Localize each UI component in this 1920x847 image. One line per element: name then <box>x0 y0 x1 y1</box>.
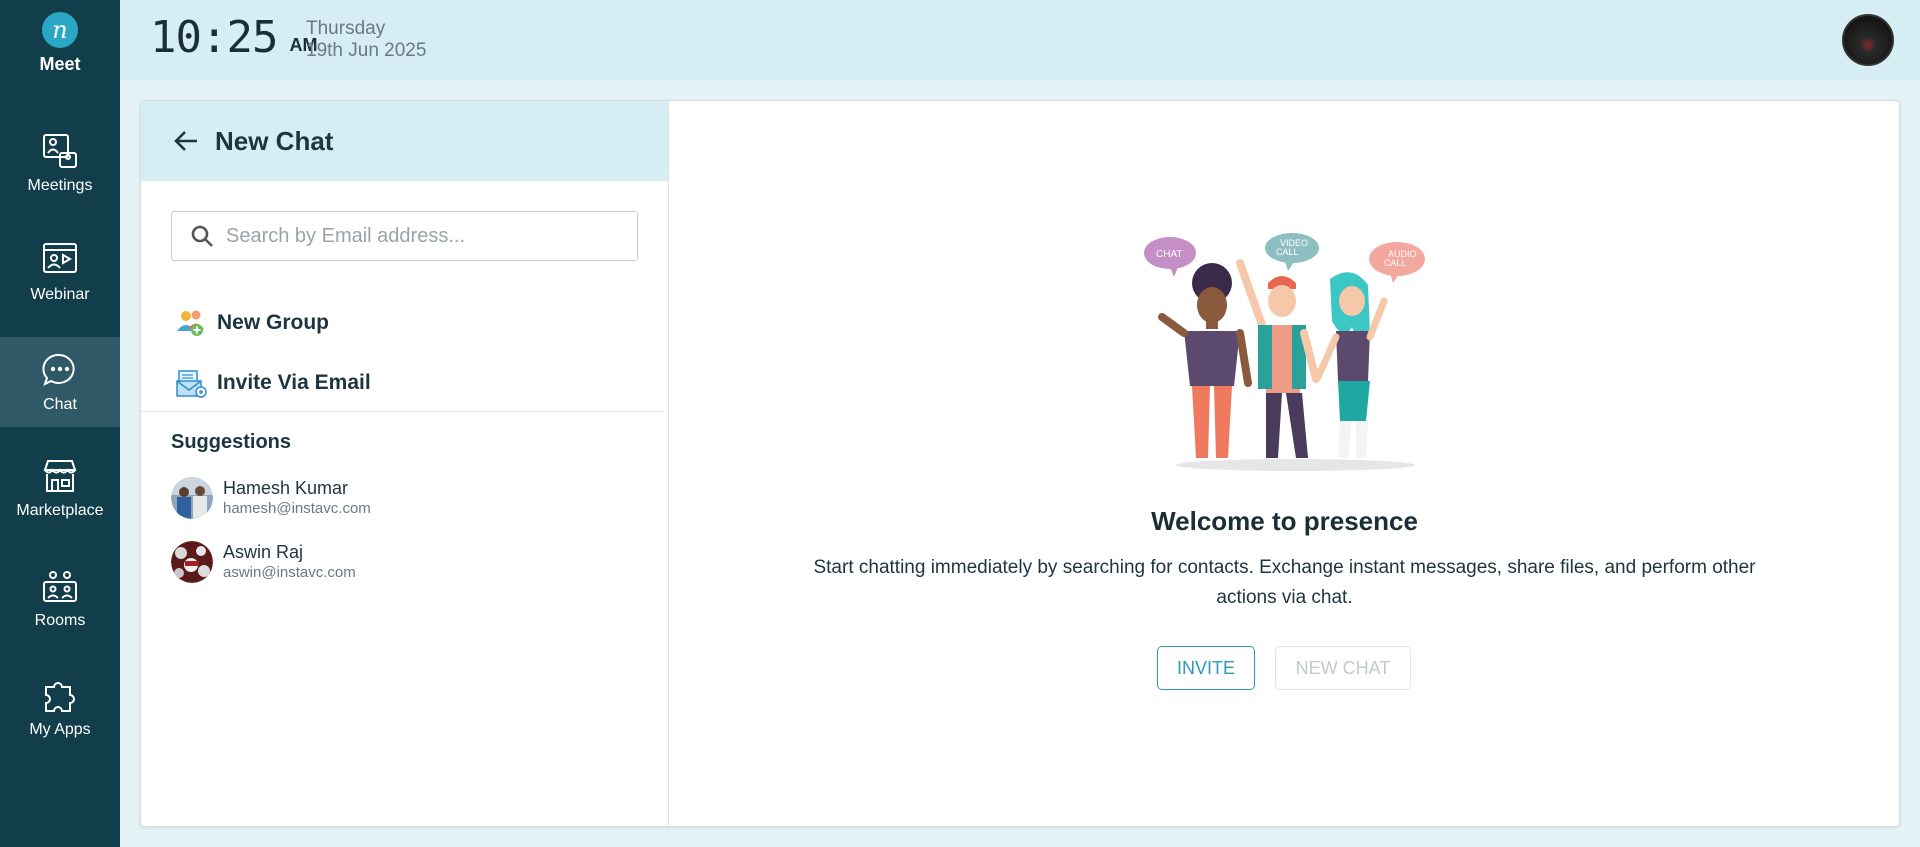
arrow-left-icon <box>174 131 197 151</box>
suggestions-title: Suggestions <box>171 431 292 453</box>
welcome-title: Welcome to presence <box>1151 506 1418 536</box>
contact-avatar <box>171 541 213 583</box>
user-avatar[interactable] <box>1842 14 1894 66</box>
panel-title: New Chat <box>215 125 334 156</box>
sidebar-item-meetings[interactable]: Meetings <box>0 118 120 208</box>
sidebar-item-label: Rooms <box>34 612 86 629</box>
back-button[interactable] <box>173 127 201 155</box>
invite-via-email-button[interactable]: Invite Via Email <box>175 363 371 403</box>
rooms-icon <box>43 571 77 602</box>
bubble-video-text-2: CALL <box>1276 247 1299 257</box>
day-label: Thursday <box>306 18 386 39</box>
date-block: Thursday 19th Jun 2025 <box>306 18 426 62</box>
logo-text: Meet <box>39 54 81 74</box>
email-icon <box>176 370 207 398</box>
sidebar-item-my-apps[interactable]: My Apps <box>0 662 120 752</box>
search-box[interactable] <box>171 211 638 261</box>
main-card: New Chat New Group <box>140 100 1900 827</box>
clock-time: 10:25 <box>150 12 278 63</box>
logo-icon: n <box>42 12 78 48</box>
meetings-icon <box>43 134 77 168</box>
top-bar: 10:25 AM Thursday 19th Jun 2025 <box>120 0 1920 80</box>
suggestion-item[interactable]: Hamesh Kumar hamesh@instavc.com <box>171 473 371 523</box>
invite-button[interactable]: INVITE <box>1157 646 1255 690</box>
sidebar-item-rooms[interactable]: Rooms <box>0 553 120 643</box>
sidebar: n Meet Meetings Webinar Chat Marketplace… <box>0 0 120 847</box>
sidebar-item-label: Webinar <box>30 286 90 303</box>
new-chat-panel: New Chat New Group <box>141 101 669 826</box>
contact-email: aswin@instavc.com <box>223 564 356 581</box>
welcome-description: Start chatting immediately by searching … <box>813 557 1756 608</box>
marketplace-icon <box>43 460 77 492</box>
new-group-label: New Group <box>217 311 330 334</box>
invite-via-email-label: Invite Via Email <box>217 371 371 394</box>
welcome-panel: CHAT VIDEO CALL AUDIO CALL Welcome to pr… <box>670 101 1899 826</box>
sidebar-item-label: My Apps <box>29 721 91 738</box>
sidebar-item-marketplace[interactable]: Marketplace <box>0 443 120 533</box>
clock: 10:25 AM <box>150 14 317 62</box>
puzzle-icon <box>45 682 75 712</box>
panel-header: New Chat <box>141 101 668 181</box>
contact-avatar <box>171 477 213 519</box>
new-group-button[interactable]: New Group <box>175 303 329 343</box>
sidebar-item-label: Marketplace <box>16 502 104 519</box>
search-input[interactable] <box>226 216 637 256</box>
chat-icon <box>42 353 75 386</box>
group-icon <box>177 310 204 336</box>
sidebar-item-chat[interactable]: Chat <box>0 337 120 427</box>
welcome-illustration: CHAT VIDEO CALL AUDIO CALL <box>1144 233 1425 471</box>
sidebar-item-label: Chat <box>43 396 77 413</box>
contact-name: Hamesh Kumar <box>223 478 349 498</box>
bubble-chat-text: CHAT <box>1156 249 1182 260</box>
contact-email: hamesh@instavc.com <box>223 500 371 517</box>
sidebar-item-webinar[interactable]: Webinar <box>0 227 120 317</box>
date-label: 19th Jun 2025 <box>306 40 427 61</box>
divider <box>141 411 663 412</box>
sidebar-item-label: Meetings <box>27 177 93 194</box>
search-icon <box>190 224 214 248</box>
app-logo[interactable]: n Meet <box>0 12 120 75</box>
new-chat-button[interactable]: NEW CHAT <box>1275 646 1411 690</box>
contact-name: Aswin Raj <box>223 542 304 562</box>
webinar-icon <box>43 243 77 273</box>
suggestion-item[interactable]: Aswin Raj aswin@instavc.com <box>171 537 356 587</box>
bubble-audio-text-2: CALL <box>1384 258 1407 268</box>
